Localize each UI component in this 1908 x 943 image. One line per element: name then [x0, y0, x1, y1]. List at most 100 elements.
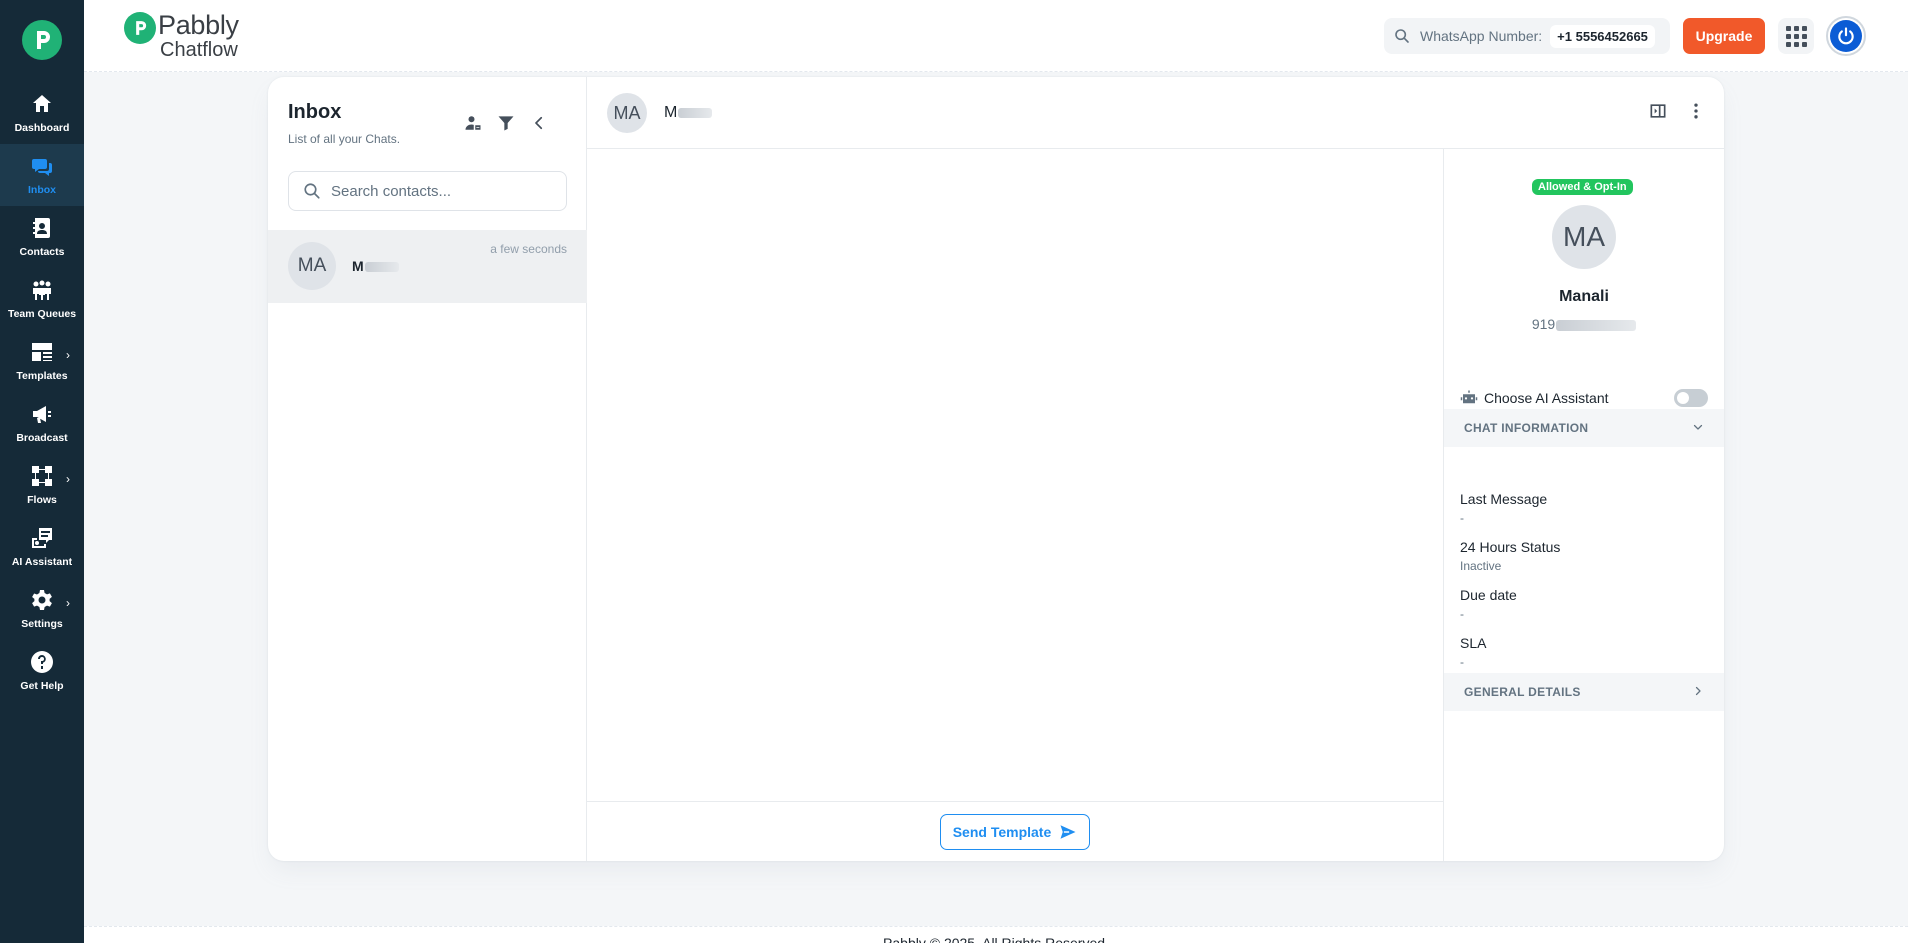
ai-assistant-label: Choose AI Assistant — [1484, 390, 1609, 406]
sidebar-item-label: Get Help — [20, 680, 64, 692]
search-input[interactable] — [331, 182, 551, 200]
sidebar-item-label: Inbox — [28, 184, 56, 196]
sidebar-item-ai-assistant[interactable]: AI Assistant — [0, 516, 84, 578]
info-due-date: Due date - — [1460, 587, 1708, 621]
contact-name: Manali — [1559, 288, 1609, 305]
avatar[interactable]: MA — [607, 93, 647, 133]
sidebar-item-dashboard[interactable]: Dashboard — [0, 82, 84, 144]
sidebar-item-label: Contacts — [19, 246, 65, 258]
sidebar-item-label: Templates — [16, 370, 68, 382]
redacted-text — [364, 262, 399, 273]
collapse-left-icon[interactable] — [530, 114, 548, 132]
power-icon — [1830, 20, 1862, 52]
brand-icon — [124, 12, 156, 44]
top-header: Pabbly Chatflow WhatsApp Number: +1 5556… — [84, 0, 1908, 72]
contacts-icon — [33, 218, 50, 238]
footer-copyright: Pabbly © 2025. All Rights Reserved. — [883, 935, 1109, 943]
flows-icon — [32, 466, 52, 486]
chat-contact-name: M — [352, 258, 399, 274]
inbox-subtitle: List of all your Chats. — [288, 132, 401, 146]
info-label: SLA — [1460, 635, 1487, 651]
info-label: Last Message — [1460, 491, 1548, 507]
ai-assistant-row: Choose AI Assistant — [1460, 386, 1708, 410]
help-icon — [31, 651, 53, 673]
toggle-sidebar-icon[interactable] — [1648, 101, 1668, 121]
info-value: - — [1460, 607, 1464, 621]
section-title: GENERAL DETAILS — [1464, 685, 1581, 699]
chevron-right-icon: › — [66, 472, 70, 486]
chat-information-header[interactable]: CHAT INFORMATION — [1444, 409, 1724, 447]
sidebar: Dashboard Inbox Contacts Team Queues Tem… — [0, 0, 84, 943]
chat-timestamp: a few seconds — [490, 242, 567, 256]
redacted-text — [678, 107, 713, 118]
whatsapp-number-label: WhatsApp Number: — [1420, 28, 1543, 44]
gear-icon — [32, 590, 52, 610]
megaphone-icon — [33, 406, 51, 423]
send-template-label: Send Template — [952, 823, 1052, 840]
brand-logo[interactable]: Pabbly Chatflow — [124, 12, 239, 60]
contact-search[interactable] — [288, 171, 567, 211]
chat-icon — [32, 159, 52, 176]
section-title: CHAT INFORMATION — [1464, 421, 1589, 435]
sidebar-item-label: Dashboard — [14, 122, 70, 134]
sidebar-item-contacts[interactable]: Contacts — [0, 206, 84, 268]
info-value: - — [1460, 511, 1464, 525]
ai-assistant-toggle[interactable] — [1674, 389, 1708, 407]
chevron-down-icon — [1692, 421, 1704, 436]
chevron-right-icon — [1692, 685, 1704, 700]
sidebar-item-settings[interactable]: Settings › — [0, 578, 84, 640]
sidebar-item-label: Flows — [27, 494, 57, 506]
send-icon — [1060, 824, 1076, 839]
avatar: MA — [1552, 205, 1616, 269]
chevron-right-icon: › — [66, 348, 70, 362]
inbox-title: Inbox — [288, 101, 342, 123]
inbox-card: Inbox List of all your Chats. MA M a few… — [268, 77, 1724, 861]
avatar: MA — [288, 242, 336, 290]
apps-grid-button[interactable] — [1778, 18, 1814, 54]
sidebar-item-label: AI Assistant — [11, 556, 73, 568]
inbox-panel: Inbox List of all your Chats. MA M a few… — [268, 77, 587, 861]
sidebar-item-team-queues[interactable]: Team Queues — [0, 268, 84, 330]
ai-assistant-icon — [32, 528, 52, 548]
team-icon — [33, 280, 51, 300]
send-template-button[interactable]: Send Template — [939, 813, 1091, 850]
info-value: Inactive — [1460, 559, 1502, 573]
info-label: Due date — [1460, 587, 1517, 603]
more-vertical-icon[interactable] — [1686, 101, 1706, 121]
search-icon — [304, 183, 320, 199]
assign-user-icon[interactable] — [464, 114, 482, 132]
apps-grid-icon — [1785, 25, 1807, 47]
robot-icon — [1460, 390, 1478, 404]
message-area[interactable] — [587, 149, 1444, 801]
info-sla: SLA - — [1460, 635, 1708, 669]
info-24-hours-status: 24 Hours Status Inactive — [1460, 539, 1708, 573]
sidebar-item-flows[interactable]: Flows › — [0, 454, 84, 516]
sidebar-item-get-help[interactable]: Get Help — [0, 640, 84, 702]
pabbly-logo[interactable] — [22, 20, 62, 60]
templates-icon — [32, 343, 52, 361]
brand-name: Pabbly — [158, 10, 239, 40]
composer-bar: Send Template — [587, 801, 1444, 861]
general-details-header[interactable]: GENERAL DETAILS — [1444, 673, 1724, 711]
contact-phone: 919 — [1444, 316, 1724, 332]
brand-subtitle: Chatflow — [160, 39, 238, 61]
sidebar-item-templates[interactable]: Templates › — [0, 330, 84, 392]
account-button[interactable] — [1826, 16, 1866, 56]
home-icon — [33, 95, 51, 112]
info-label: 24 Hours Status — [1460, 539, 1561, 555]
conversation-contact-name: M — [664, 104, 713, 122]
sidebar-item-label: Settings — [21, 618, 63, 630]
whatsapp-number-box[interactable]: WhatsApp Number: +1 5556452665 — [1384, 18, 1670, 54]
sidebar-item-label: Team Queues — [7, 308, 77, 320]
info-last-message: Last Message - — [1460, 491, 1708, 525]
status-badge: Allowed & Opt-In — [1532, 179, 1633, 195]
sidebar-item-inbox[interactable]: Inbox — [0, 144, 84, 206]
upgrade-button[interactable]: Upgrade — [1683, 18, 1765, 54]
filter-icon[interactable] — [496, 113, 516, 133]
chat-list-item[interactable]: MA M a few seconds — [268, 230, 587, 303]
footer: Pabbly © 2025. All Rights Reserved. — [84, 926, 1908, 943]
chevron-right-icon: › — [66, 596, 70, 610]
conversation-header: MA M — [587, 77, 1724, 149]
contact-details-panel: Allowed & Opt-In MA Manali 919 Choose AI… — [1444, 149, 1724, 861]
sidebar-item-broadcast[interactable]: Broadcast — [0, 392, 84, 454]
